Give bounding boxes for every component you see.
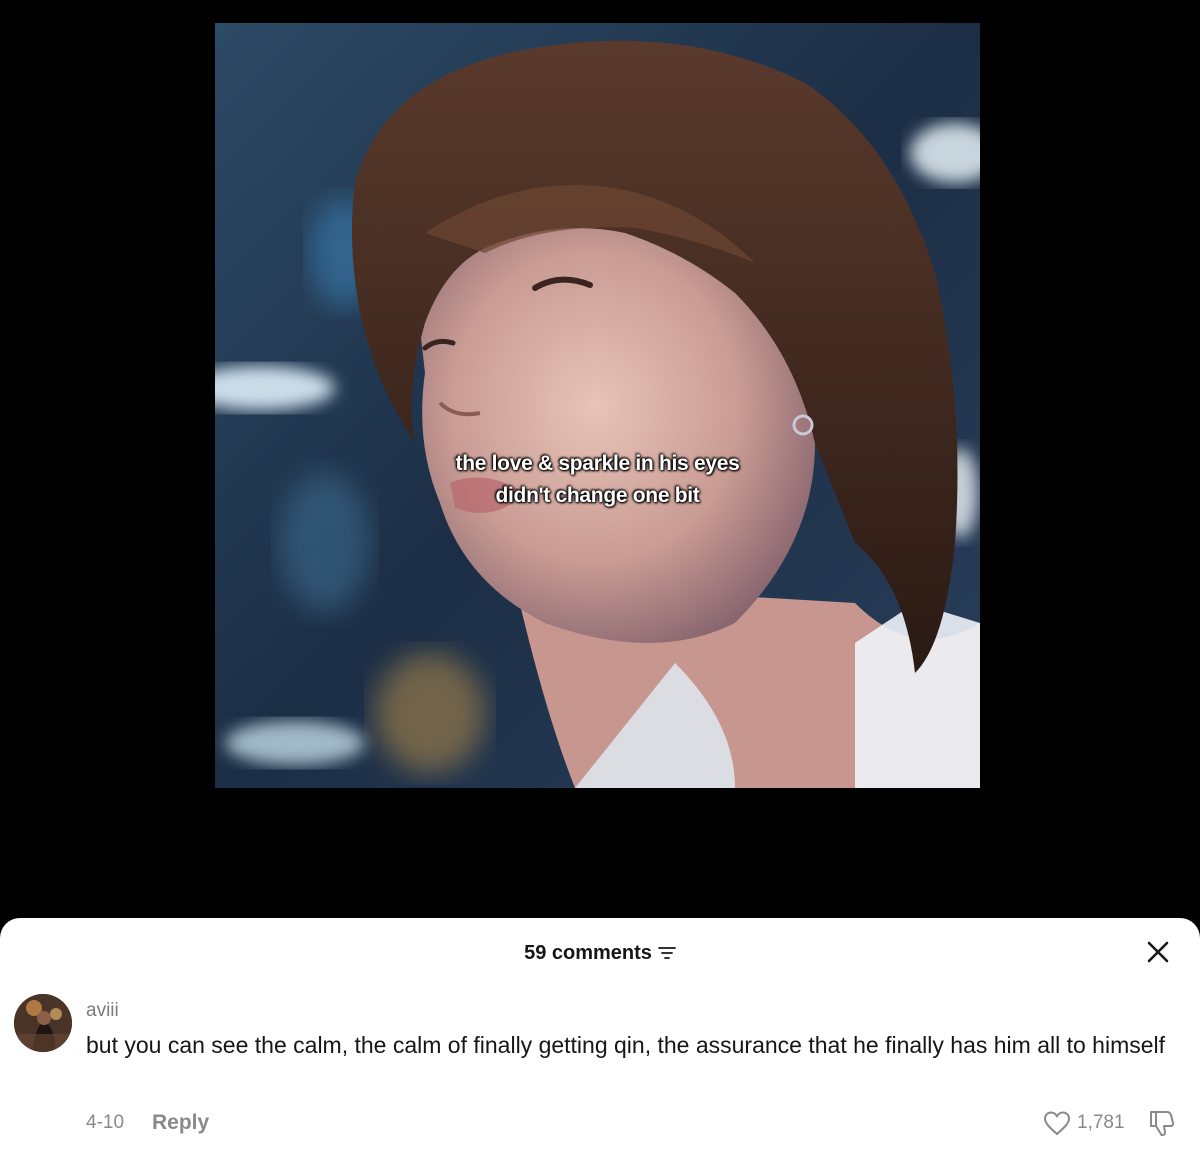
comment-username[interactable]: aviii [86,1000,119,1022]
like-button[interactable]: 1,781 [1043,1110,1125,1136]
comments-header: 59 comments [0,940,1200,966]
reply-button[interactable]: Reply [152,1111,209,1135]
thumbs-down-icon[interactable] [1146,1108,1176,1138]
video-caption-line-2: didn't change one bit [495,484,700,507]
comments-count: 59 comments [524,942,652,964]
close-icon[interactable] [1146,940,1170,964]
video-caption-line-1: the love & sparkle in his eyes [455,452,740,475]
comment-date: 4-10 [86,1112,125,1133]
avatar[interactable] [14,994,72,1052]
comments-sort-button[interactable]: 59 comments [524,940,676,966]
filter-icon [658,947,676,959]
video-player[interactable]: the love & sparkle in his eyes didn't ch… [215,23,980,788]
screen: the love & sparkle in his eyes didn't ch… [0,0,1200,1154]
like-count: 1,781 [1077,1112,1125,1133]
heart-icon [1043,1111,1071,1136]
avatar-image [14,994,72,1052]
comment-text: but you can see the calm, the calm of fi… [86,1032,1166,1058]
video-frame-image [215,23,980,788]
